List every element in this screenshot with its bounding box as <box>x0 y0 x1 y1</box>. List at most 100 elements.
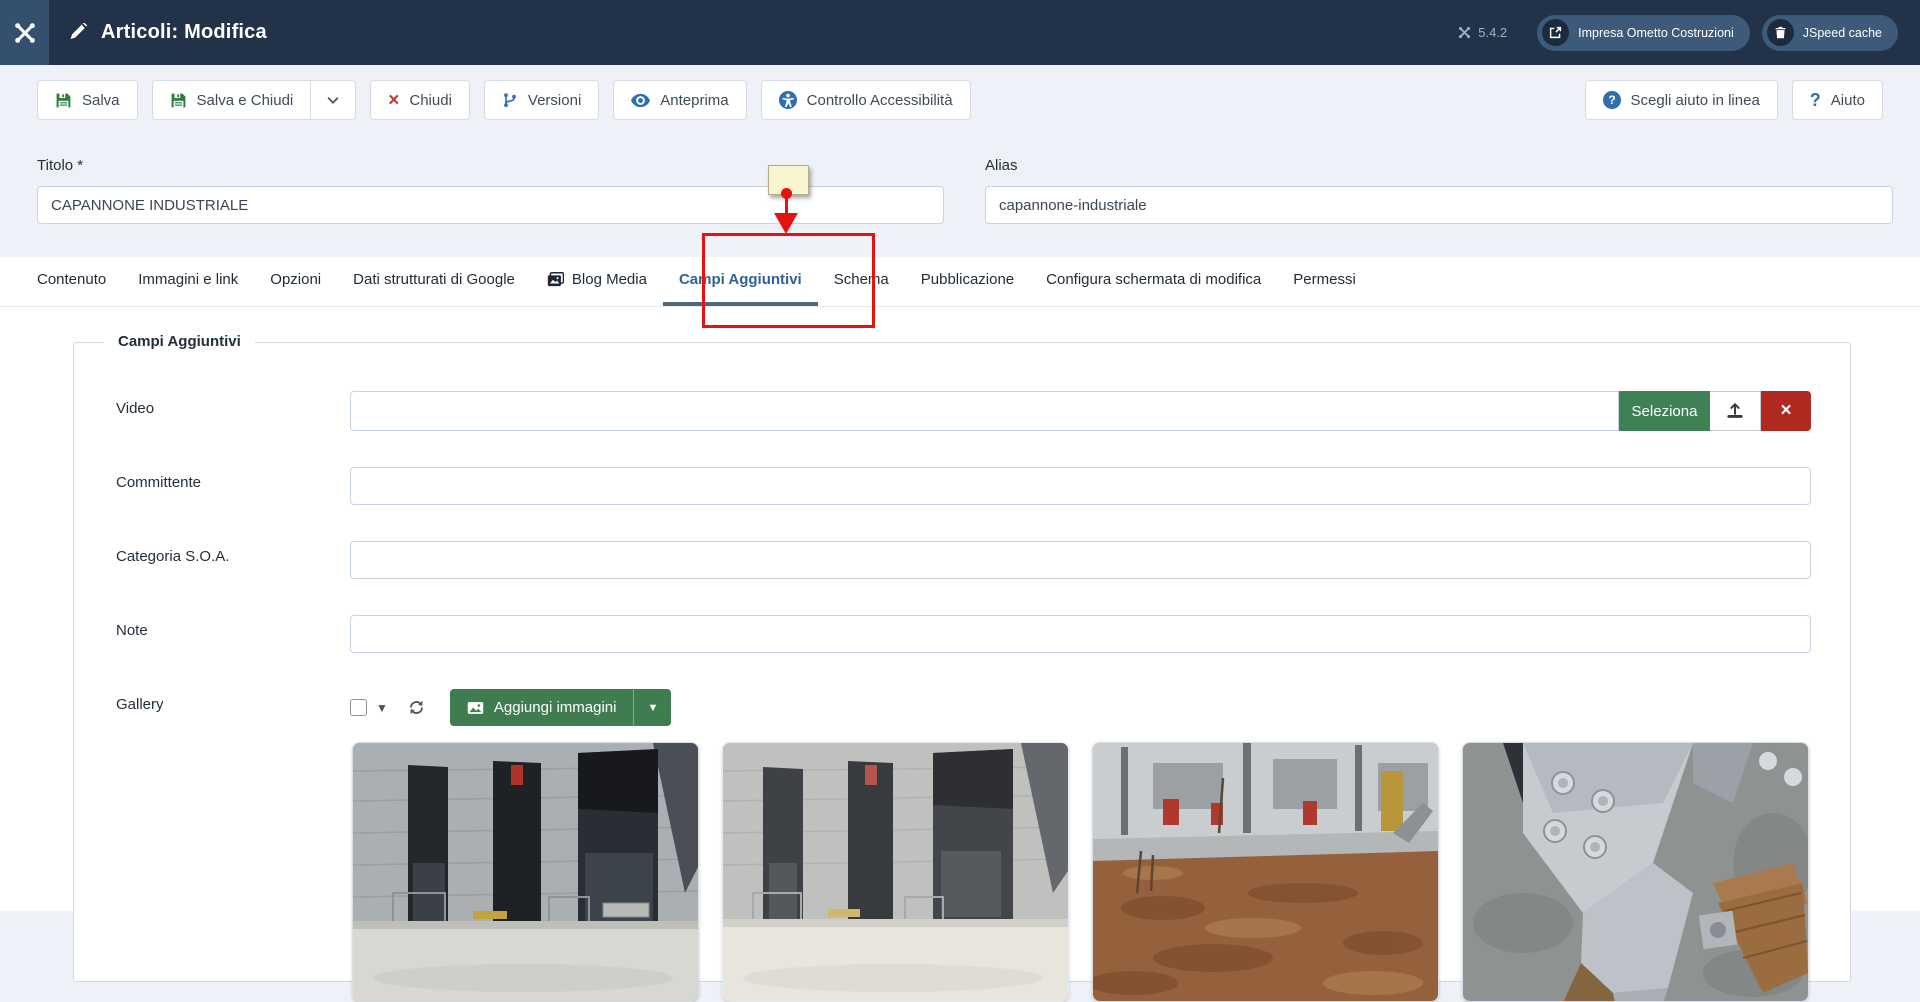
tab-immagini-e-link[interactable]: Immagini e link <box>122 257 254 306</box>
add-images-label: Aggiungi immagini <box>493 699 617 716</box>
chevron-down-icon <box>327 97 339 104</box>
media-stack-icon <box>547 272 564 287</box>
save-options-toggle[interactable] <box>310 81 356 119</box>
tab-label: Opzioni <box>270 271 322 288</box>
categoria-soa-input[interactable] <box>350 541 1811 579</box>
alias-input[interactable] <box>985 186 1893 224</box>
upload-icon <box>1727 402 1743 418</box>
video-clear-button[interactable]: × <box>1761 391 1811 431</box>
tab-label: Blog Media <box>571 271 647 288</box>
save-close-group: Salva e Chiudi <box>151 80 357 120</box>
save-label: Salva <box>82 91 120 109</box>
add-images-split-button: Aggiungi immagini ▼ <box>449 689 672 726</box>
site-preview-label: Impresa Ometto Costruzioni <box>1578 25 1734 40</box>
save-icon <box>56 93 71 107</box>
gallery-photo-facade-2[interactable] <box>722 742 1069 1002</box>
categoria-soa-field-label: Categoria S.O.A. <box>116 548 230 565</box>
gallery-controls: ▼ Aggiungi immagini ▼ <box>350 689 672 726</box>
gallery-photo-facade-1[interactable] <box>352 742 699 1002</box>
page-title-wrap: Articoli: Modifica <box>69 21 267 44</box>
save-button[interactable]: Salva <box>37 80 138 120</box>
site-preview-button[interactable]: Impresa Ometto Costruzioni <box>1537 14 1750 51</box>
versions-label: Versioni <box>527 91 582 109</box>
video-input[interactable] <box>350 391 1619 431</box>
help-button[interactable]: ? Aiuto <box>1791 80 1883 120</box>
gallery-photo-excavation[interactable] <box>1092 742 1439 1002</box>
tab-blog-media[interactable]: Blog Media <box>531 257 663 306</box>
gallery-thumbnails <box>352 742 1809 1002</box>
tab-label: Contenuto <box>37 271 107 288</box>
add-images-button[interactable]: Aggiungi immagini <box>450 689 634 726</box>
preview-label: Anteprima <box>660 91 729 109</box>
alias-field-label: Alias <box>985 157 1018 174</box>
save-and-close-button[interactable]: Salva e Chiudi <box>152 81 311 119</box>
gallery-photo-steel-anchor[interactable] <box>1462 742 1809 1002</box>
image-icon <box>467 701 484 714</box>
video-select-button[interactable]: Seleziona <box>1619 391 1710 431</box>
joomla-version: 5.4.2 <box>1457 25 1507 40</box>
trash-icon <box>1766 19 1794 46</box>
accessibility-check-button[interactable]: Controllo Accessibilità <box>760 80 971 120</box>
svg-text:?: ? <box>1608 93 1615 107</box>
external-link-icon <box>1542 19 1570 46</box>
tab-label: Immagini e link <box>138 271 239 288</box>
tab-label: Pubblicazione <box>920 271 1015 288</box>
choose-online-help-button[interactable]: ? Scegli aiuto in linea <box>1584 80 1778 120</box>
note-field-label: Note <box>116 622 148 639</box>
tab-contenuto[interactable]: Contenuto <box>21 257 122 306</box>
tab-configura-schermata[interactable]: Configura schermata di modifica <box>1030 257 1277 306</box>
annotation-arrow-head <box>774 213 798 234</box>
tab-strip: Contenuto Immagini e link Opzioni Dati s… <box>0 257 1920 307</box>
tab-opzioni[interactable]: Opzioni <box>254 257 337 306</box>
toolbar: Salva Salva e Chiudi × Chiudi Versioni A… <box>37 80 1883 120</box>
caret-down-icon: ▼ <box>647 701 659 714</box>
tab-label: Dati strutturati di Google <box>353 271 515 288</box>
clear-x-icon: × <box>1780 400 1792 421</box>
close-label: Chiudi <box>409 91 452 109</box>
video-field-label: Video <box>116 400 155 417</box>
pencil-icon <box>70 23 88 40</box>
eye-icon <box>631 93 651 107</box>
page-title: Articoli: Modifica <box>101 21 267 43</box>
tab-dati-strutturati[interactable]: Dati strutturati di Google <box>337 257 531 306</box>
version-number: 5.4.2 <box>1478 25 1508 40</box>
save-icon <box>171 93 185 107</box>
tab-label: Permessi <box>1293 271 1356 288</box>
title-field-label: Titolo * <box>37 157 84 174</box>
tab-pubblicazione[interactable]: Pubblicazione <box>905 257 1030 306</box>
joomla-logo[interactable] <box>0 0 49 65</box>
clear-cache-button[interactable]: JSpeed cache <box>1761 14 1898 51</box>
fieldset-legend: Campi Aggiuntivi <box>104 333 255 350</box>
committente-field-label: Committente <box>116 474 202 491</box>
choose-online-help-label: Scegli aiuto in linea <box>1630 91 1760 109</box>
gallery-select-all-checkbox[interactable] <box>350 699 367 716</box>
app-header: Articoli: Modifica 5.4.2 Impresa Ometto … <box>0 0 1920 65</box>
close-button[interactable]: × Chiudi <box>370 80 470 120</box>
refresh-icon[interactable] <box>408 699 425 716</box>
annotation-highlight-box <box>702 233 875 328</box>
accessibility-check-label: Controllo Accessibilità <box>806 91 953 109</box>
code-branch-icon <box>504 93 516 108</box>
universal-access-icon <box>778 91 797 109</box>
committente-input[interactable] <box>350 467 1811 505</box>
caret-down-icon[interactable]: ▼ <box>376 701 388 715</box>
save-and-close-label: Salva e Chiudi <box>196 91 294 109</box>
question-circle-icon: ? <box>1602 91 1621 109</box>
gallery-field-label: Gallery <box>116 696 164 713</box>
close-x-icon: × <box>388 89 400 111</box>
tab-permessi[interactable]: Permessi <box>1277 257 1372 306</box>
question-mark-icon: ? <box>1809 90 1821 110</box>
campi-aggiuntivi-fieldset: Campi Aggiuntivi Video Seleziona × Commi… <box>73 333 1851 1002</box>
joomla-admin-article-edit: Articoli: Modifica 5.4.2 Impresa Ometto … <box>0 0 1920 1002</box>
note-input[interactable] <box>350 615 1811 653</box>
video-upload-button[interactable] <box>1710 391 1761 431</box>
versions-button[interactable]: Versioni <box>483 80 600 120</box>
joomla-mini-icon <box>1459 26 1471 39</box>
joomla-logo-icon <box>14 22 35 43</box>
preview-button[interactable]: Anteprima <box>613 80 747 120</box>
tab-label: Configura schermata di modifica <box>1046 271 1262 288</box>
help-label: Aiuto <box>1830 91 1865 109</box>
add-images-dropdown-toggle[interactable]: ▼ <box>633 689 671 726</box>
clear-cache-label: JSpeed cache <box>1802 25 1882 40</box>
